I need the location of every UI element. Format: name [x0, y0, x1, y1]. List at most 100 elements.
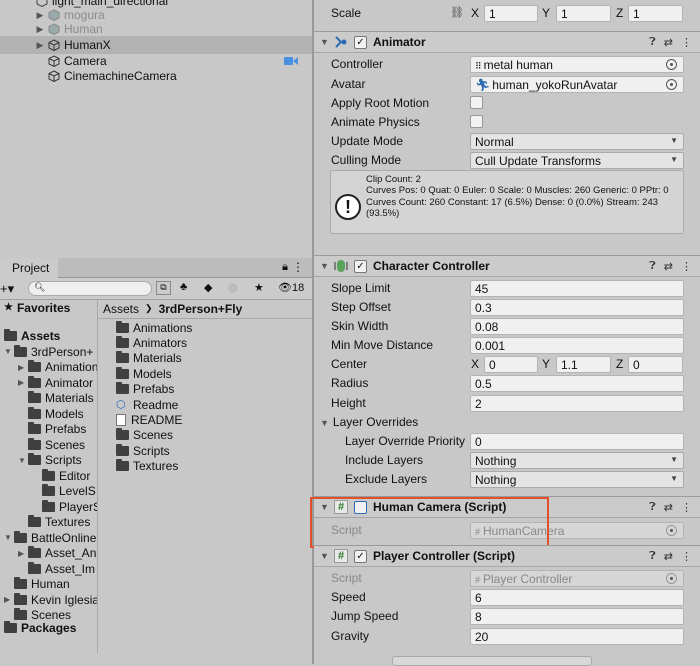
- project-tree-item[interactable]: Editor: [32, 468, 90, 483]
- expand-arrow-icon[interactable]: ▶: [34, 40, 46, 51]
- expand-arrow-icon[interactable]: ▶: [34, 24, 46, 35]
- project-file-item[interactable]: Materials: [116, 351, 182, 366]
- character-controller-enabled-checkbox[interactable]: ✓: [354, 259, 367, 273]
- favorite-star-icon[interactable]: ★: [254, 281, 264, 294]
- character-controller-header[interactable]: ▼ ✓ Character Controller ❓︎ ⇄ ⋮: [314, 255, 700, 277]
- project-file-item[interactable]: Scripts: [116, 443, 170, 458]
- speed-field[interactable]: 6: [470, 589, 684, 606]
- more-menu-icon[interactable]: ⋮: [681, 501, 692, 514]
- apply-root-motion-checkbox[interactable]: [470, 96, 483, 109]
- object-picker-icon[interactable]: [666, 59, 677, 70]
- player-controller-header[interactable]: ▼ # ✓ Player Controller (Script) ❓︎ ⇄ ⋮: [314, 545, 700, 567]
- scale-z-field[interactable]: 1: [628, 5, 683, 22]
- expand-arrow-icon[interactable]: ▶: [18, 378, 28, 387]
- assets-section[interactable]: Assets: [4, 328, 60, 343]
- min-move-distance-field[interactable]: 0.001: [470, 337, 684, 354]
- expand-arrow-icon[interactable]: ▼: [4, 533, 14, 542]
- preset-icon[interactable]: ⇄: [664, 260, 673, 273]
- packages-section[interactable]: Packages: [4, 620, 76, 635]
- expand-arrow-icon[interactable]: ▶: [18, 363, 28, 372]
- expand-arrow-icon[interactable]: ▶: [34, 10, 46, 21]
- slope-limit-field[interactable]: 45: [470, 280, 684, 297]
- collapse-arrow-icon[interactable]: ▼: [320, 261, 330, 271]
- jump-speed-field[interactable]: 8: [470, 608, 684, 625]
- skin-width-field[interactable]: 0.08: [470, 318, 684, 335]
- include-layers-dropdown[interactable]: Nothing: [470, 452, 684, 469]
- more-menu-icon[interactable]: ⋮: [681, 260, 692, 273]
- collapse-arrow-icon[interactable]: ▼: [320, 37, 330, 47]
- project-tree-item[interactable]: Asset_Im: [18, 561, 95, 576]
- search-by-type-icon[interactable]: ⧉: [156, 281, 171, 295]
- avatar-field[interactable]: 🏃︎ human_yokoRunAvatar: [470, 76, 684, 93]
- project-file-item[interactable]: Animators: [116, 335, 187, 350]
- height-field[interactable]: 2: [470, 395, 684, 412]
- project-file-item[interactable]: Models: [116, 366, 172, 381]
- object-picker-icon[interactable]: [666, 79, 677, 90]
- project-file-item[interactable]: README: [116, 412, 182, 427]
- preset-icon[interactable]: ⇄: [664, 36, 673, 49]
- expand-arrow-icon[interactable]: ▶: [18, 549, 28, 558]
- animator-header[interactable]: ▼ ✓ Animator ❓︎ ⇄ ⋮: [314, 31, 700, 53]
- player-controller-enabled-checkbox[interactable]: ✓: [354, 549, 367, 563]
- project-tree-item[interactable]: ▼ Scripts: [18, 453, 82, 468]
- layer-override-priority-field[interactable]: 0: [470, 433, 684, 450]
- expand-arrow-icon[interactable]: ▼: [18, 456, 28, 465]
- horizontal-scrollbar[interactable]: [0, 653, 312, 664]
- project-tree-item[interactable]: ▶ Asset_An: [18, 546, 96, 561]
- project-tree-item[interactable]: Human: [4, 577, 70, 592]
- animate-physics-checkbox[interactable]: [470, 115, 483, 128]
- hidden-packages-icon[interactable]: 👁︎18: [278, 281, 304, 294]
- collapse-arrow-icon[interactable]: ▼: [320, 551, 330, 561]
- log-icon[interactable]: ◎: [228, 281, 238, 294]
- more-menu-icon[interactable]: ⋮: [681, 36, 692, 49]
- add-component-button[interactable]: [392, 656, 592, 666]
- lock-icon[interactable]: 🔒︎: [282, 261, 288, 274]
- scale-y-field[interactable]: 1: [556, 5, 611, 22]
- more-menu-icon[interactable]: ⋮: [681, 550, 692, 563]
- project-tree-item[interactable]: PlayerS: [32, 499, 97, 514]
- help-icon[interactable]: ❓︎: [649, 260, 656, 273]
- center-y-field[interactable]: 1.1: [556, 356, 611, 373]
- project-file-item[interactable]: Textures: [116, 459, 178, 474]
- project-file-item[interactable]: Scenes: [116, 428, 173, 443]
- project-tree-item[interactable]: Scenes: [18, 437, 85, 452]
- project-tree-item[interactable]: Textures: [18, 515, 90, 530]
- layer-overrides-foldout[interactable]: ▼ Layer Overrides: [320, 415, 418, 429]
- exclude-layers-dropdown[interactable]: Nothing: [470, 471, 684, 488]
- tab-project[interactable]: Project: [0, 258, 58, 278]
- help-icon[interactable]: ❓︎: [649, 550, 656, 563]
- project-tree-item[interactable]: ▶ Animation: [18, 360, 97, 375]
- more-menu-icon[interactable]: ⋮: [292, 260, 304, 274]
- expand-arrow-icon[interactable]: ▼: [4, 347, 14, 356]
- project-file-item[interactable]: Prefabs: [116, 382, 174, 397]
- breadcrumb-item[interactable]: 3rdPerson+Fly: [159, 302, 243, 316]
- project-file-item[interactable]: ⬡ Readme: [116, 397, 178, 412]
- expand-arrow-icon[interactable]: ▶: [4, 595, 14, 604]
- add-icon[interactable]: +▾: [0, 281, 14, 297]
- scale-x-field[interactable]: 1: [484, 5, 538, 22]
- project-tree-item[interactable]: LevelS: [32, 484, 96, 499]
- help-icon[interactable]: ❓︎: [649, 36, 656, 49]
- hierarchy-item[interactable]: CinemachineCamera: [46, 67, 312, 85]
- center-x-field[interactable]: 0: [484, 356, 538, 373]
- project-tree-item[interactable]: Prefabs: [18, 422, 86, 437]
- project-tree-item[interactable]: Materials: [18, 391, 94, 406]
- project-tree-item[interactable]: ▼ BattleOnline: [4, 530, 96, 545]
- center-z-field[interactable]: 0: [628, 356, 683, 373]
- controller-field[interactable]: ⠿ metal human: [470, 56, 684, 73]
- project-tree-item[interactable]: ▶ Animator: [18, 375, 93, 390]
- link-icon[interactable]: ⛓︎: [450, 6, 464, 19]
- culling-mode-dropdown[interactable]: Cull Update Transforms: [470, 152, 684, 169]
- filter-icon[interactable]: ♣: [180, 281, 187, 293]
- preset-icon[interactable]: ⇄: [664, 550, 673, 563]
- radius-field[interactable]: 0.5: [470, 375, 684, 392]
- project-search-input[interactable]: 🔍︎: [28, 281, 152, 296]
- project-file-item[interactable]: Animations: [116, 320, 192, 335]
- label-icon[interactable]: ◆: [204, 281, 212, 294]
- project-tree-item[interactable]: Models: [18, 406, 84, 421]
- favorites-section[interactable]: ★ Favorites: [4, 300, 70, 315]
- gravity-field[interactable]: 20: [470, 628, 684, 645]
- project-tree-item[interactable]: ▼ 3rdPerson+: [4, 344, 93, 359]
- animator-enabled-checkbox[interactable]: ✓: [354, 35, 367, 49]
- update-mode-dropdown[interactable]: Normal: [470, 133, 684, 150]
